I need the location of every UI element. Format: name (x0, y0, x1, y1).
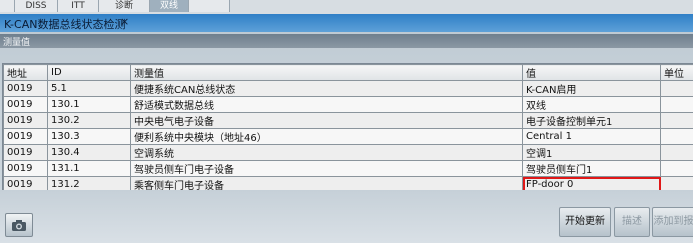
cell-id: 5.1 (47, 80, 131, 97)
cell-address: 0019 (3, 128, 48, 145)
header-value[interactable]: 值 (522, 64, 661, 81)
add-to-report-button[interactable]: 添加到报 (652, 207, 693, 237)
cell-unit (660, 112, 693, 129)
cell-value: 空调1 (522, 144, 661, 161)
table-row[interactable]: 0019 130.2 中央电气电子设备 电子设备控制单元1 (3, 112, 693, 129)
cell-address: 0019 (3, 144, 48, 161)
cell-id: 130.3 (47, 128, 131, 145)
tab-strip: DISS ITT 诊断 双线 (0, 0, 693, 14)
cell-value: K-CAN启用 (522, 80, 661, 97)
table-row[interactable]: 0019 130.1 舒适模式数据总线 双线 (3, 96, 693, 113)
cell-unit (660, 144, 693, 161)
diagnostic-window: DISS ITT 诊断 双线 K-CAN数据总线状态检测 × 测量值 地址 ID… (0, 0, 693, 243)
table-row[interactable]: 0019 130.3 便利系统中央模块（地址46） Central 1 (3, 128, 693, 145)
cell-unit (660, 160, 693, 177)
tab-itt[interactable]: ITT (58, 0, 99, 12)
cell-measurement: 便捷系统CAN总线状态 (130, 80, 523, 97)
cell-measurement: 驾驶员侧车门电子设备 (130, 160, 523, 177)
header-address[interactable]: 地址 (3, 64, 48, 81)
table-row[interactable]: 0019 130.4 空调系统 空调1 (3, 144, 693, 161)
table-row[interactable]: 0019 131.1 驾驶员侧车门电子设备 驾驶员侧车门1 (3, 160, 693, 177)
section-title: 测量值 (3, 38, 31, 48)
cell-id: 130.1 (47, 96, 131, 113)
cell-value: 电子设备控制单元1 (522, 112, 661, 129)
cell-value: Central 1 (522, 128, 661, 145)
section-bar (0, 34, 693, 48)
screenshot-button[interactable] (5, 213, 33, 237)
header-unit[interactable]: 单位 (660, 64, 693, 81)
tab-diss[interactable]: DISS (15, 0, 58, 12)
cell-unit (660, 128, 693, 145)
cell-address: 0019 (3, 160, 48, 177)
cell-value: 驾驶员侧车门1 (522, 160, 661, 177)
close-icon[interactable]: × (120, 15, 129, 28)
tab-5[interactable] (189, 0, 230, 12)
describe-button[interactable]: 描述 (614, 207, 650, 237)
table-header-row: 地址 ID 测量值 值 单位 (3, 64, 693, 81)
table-row[interactable]: 0019 5.1 便捷系统CAN总线状态 K-CAN启用 (3, 80, 693, 97)
cell-address: 0019 (3, 112, 48, 129)
header-id[interactable]: ID (47, 64, 131, 81)
cell-value: 双线 (522, 96, 661, 113)
cell-id: 131.1 (47, 160, 131, 177)
header-measurement[interactable]: 测量值 (130, 64, 523, 81)
camera-icon (12, 219, 26, 231)
start-update-button[interactable]: 开始更新 (559, 207, 611, 237)
window-title: K-CAN数据总线状态检测 (4, 18, 126, 31)
tab-0[interactable] (0, 0, 15, 12)
cell-unit (660, 80, 693, 97)
cell-unit (660, 96, 693, 113)
cell-id: 130.2 (47, 112, 131, 129)
tab-diagnosis[interactable]: 诊断 (99, 0, 150, 12)
cell-measurement: 舒适模式数据总线 (130, 96, 523, 113)
cell-address: 0019 (3, 96, 48, 113)
cell-id: 130.4 (47, 144, 131, 161)
measurement-table: 地址 ID 测量值 值 单位 0019 5.1 便捷系统CAN总线状态 K-CA… (2, 63, 693, 193)
cell-address: 0019 (3, 80, 48, 97)
cell-measurement: 空调系统 (130, 144, 523, 161)
cell-measurement: 中央电气电子设备 (130, 112, 523, 129)
cell-measurement: 便利系统中央模块（地址46） (130, 128, 523, 145)
tab-active[interactable]: 双线 (150, 0, 189, 12)
